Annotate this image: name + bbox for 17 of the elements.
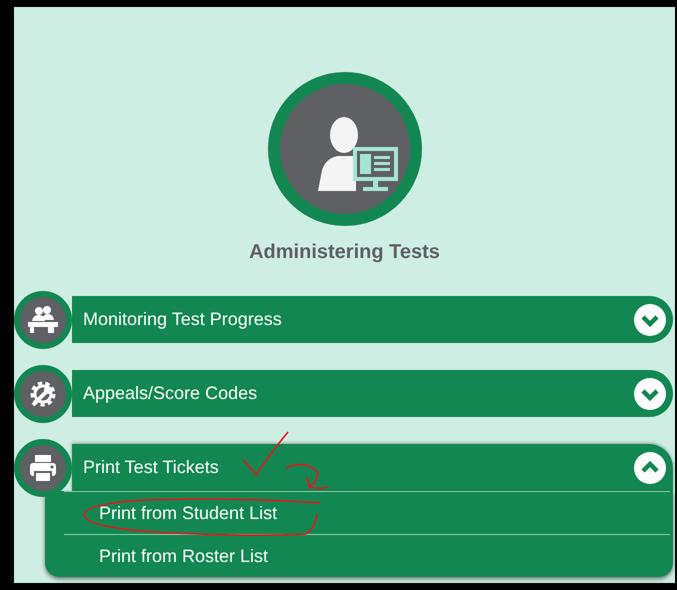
chevron-down-icon[interactable] (634, 378, 666, 410)
section-label: Monitoring Test Progress (83, 309, 282, 330)
submenu-link[interactable]: Print from Student List (64, 491, 670, 534)
section-label: Appeals/Score Codes (83, 383, 258, 404)
person-computer-icon (268, 72, 422, 226)
submenu-link[interactable]: Print from Roster List (64, 534, 670, 577)
people-at-desk-icon (14, 291, 72, 349)
page-title: Administering Tests (249, 241, 440, 265)
chevron-down-icon[interactable] (634, 304, 666, 336)
check-mark (242, 432, 289, 476)
chevron-up-icon[interactable] (634, 452, 666, 484)
accordion-header[interactable]: Appeals/Score Codes (72, 370, 673, 417)
gear-wrench-icon (14, 365, 72, 423)
arrow-annotation (285, 464, 329, 490)
accordion-header[interactable]: Monitoring Test Progress (72, 296, 673, 343)
accordion-header[interactable]: Print Test Tickets (72, 444, 673, 491)
section-label: Print Test Tickets (83, 457, 219, 478)
